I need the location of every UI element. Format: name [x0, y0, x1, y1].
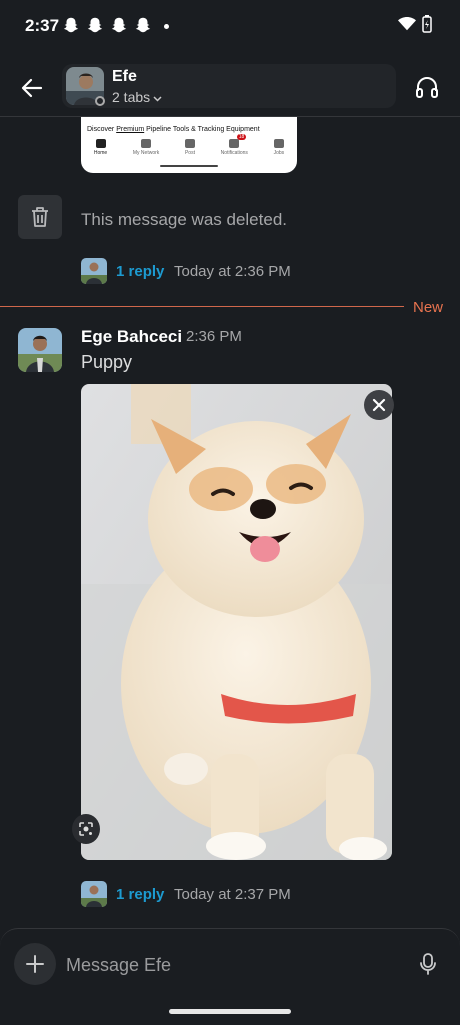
battery-icon	[422, 15, 432, 33]
thread-last-reply-time: Today at 2:36 PM	[174, 263, 291, 280]
conversation-name: Efe	[112, 68, 137, 85]
notification-icons	[62, 16, 152, 34]
preview-tab-notifications: 18 Notifications	[220, 134, 248, 156]
chevron-down-icon	[153, 89, 162, 105]
home-icon	[95, 139, 106, 148]
reply-avatar	[81, 258, 107, 284]
thread-replies-link[interactable]: 1 reply	[116, 886, 164, 903]
snapchat-icon	[135, 17, 151, 33]
plus-icon	[26, 955, 44, 973]
status-time: 2:37	[25, 16, 60, 35]
reply-avatar	[81, 881, 107, 907]
headphones-icon	[416, 77, 438, 98]
preview-tab-label: Post	[184, 150, 195, 156]
preview-tab-label: Home	[93, 150, 108, 156]
image-search-button[interactable]	[72, 814, 100, 844]
link-preview-card[interactable]: Discover Premium Pipeline Tools & Tracki…	[81, 117, 297, 173]
preview-tab-network: My Network	[133, 139, 159, 156]
snapchat-icon	[63, 17, 79, 33]
thread-replies-link[interactable]: 1 reply	[116, 263, 164, 280]
preview-home-indicator	[160, 165, 218, 167]
home-indicator[interactable]	[169, 1009, 291, 1014]
preview-headline-end: Pipeline Tools & Tracking Equipment	[144, 126, 260, 133]
arrow-left-icon	[21, 78, 43, 98]
tabs-dropdown[interactable]: 2 tabs	[112, 89, 162, 105]
deleted-message-text: This message was deleted.	[81, 210, 287, 229]
plus-square-icon	[184, 139, 195, 148]
wifi-icon	[398, 17, 416, 31]
preview-tab-label: Jobs	[273, 150, 285, 156]
snapchat-icon	[87, 17, 103, 33]
deleted-message-icon-box	[18, 195, 62, 239]
preview-tab-jobs: Jobs	[273, 139, 285, 156]
preview-tab-label: My Network	[132, 150, 160, 156]
message-input[interactable]	[66, 952, 386, 978]
preview-nav: Home My Network Post 18 Notifications Job…	[81, 134, 297, 156]
attach-button[interactable]	[14, 943, 56, 985]
preview-headline-start: Discover	[87, 126, 117, 133]
preview-tab-label: Notifications	[220, 150, 248, 156]
puppy-photo[interactable]	[81, 384, 392, 860]
message-author[interactable]: Ege Bahceci	[81, 327, 182, 347]
preview-tab-post: Post	[184, 139, 195, 156]
snapchat-icon	[111, 17, 127, 33]
preview-tab-home: Home	[94, 139, 107, 156]
back-button[interactable]	[16, 72, 48, 104]
huddle-button[interactable]	[412, 72, 442, 102]
microphone-icon	[420, 953, 436, 975]
thread-last-reply-time: Today at 2:37 PM	[174, 886, 291, 903]
tabs-label: 2 tabs	[112, 89, 151, 105]
new-messages-label: New	[413, 299, 444, 316]
trash-icon	[32, 207, 48, 227]
author-avatar[interactable]	[18, 328, 62, 372]
close-icon	[372, 398, 386, 412]
notification-badge: 18	[236, 134, 247, 140]
preview-headline: Discover Premium Pipeline Tools & Tracki…	[87, 126, 260, 133]
message-time: 2:36 PM	[186, 328, 242, 345]
people-icon	[141, 139, 152, 148]
new-messages-divider	[0, 306, 404, 307]
bell-icon: 18	[229, 134, 247, 148]
preview-headline-link: Premium	[116, 126, 145, 133]
briefcase-icon	[273, 139, 284, 148]
message-text: Puppy	[81, 352, 133, 372]
presence-indicator	[95, 96, 105, 106]
more-notifications-dot	[164, 24, 169, 29]
voice-message-button[interactable]	[414, 950, 442, 978]
remove-image-button[interactable]	[364, 390, 394, 420]
system-icons	[398, 15, 432, 33]
lens-icon	[79, 822, 93, 836]
